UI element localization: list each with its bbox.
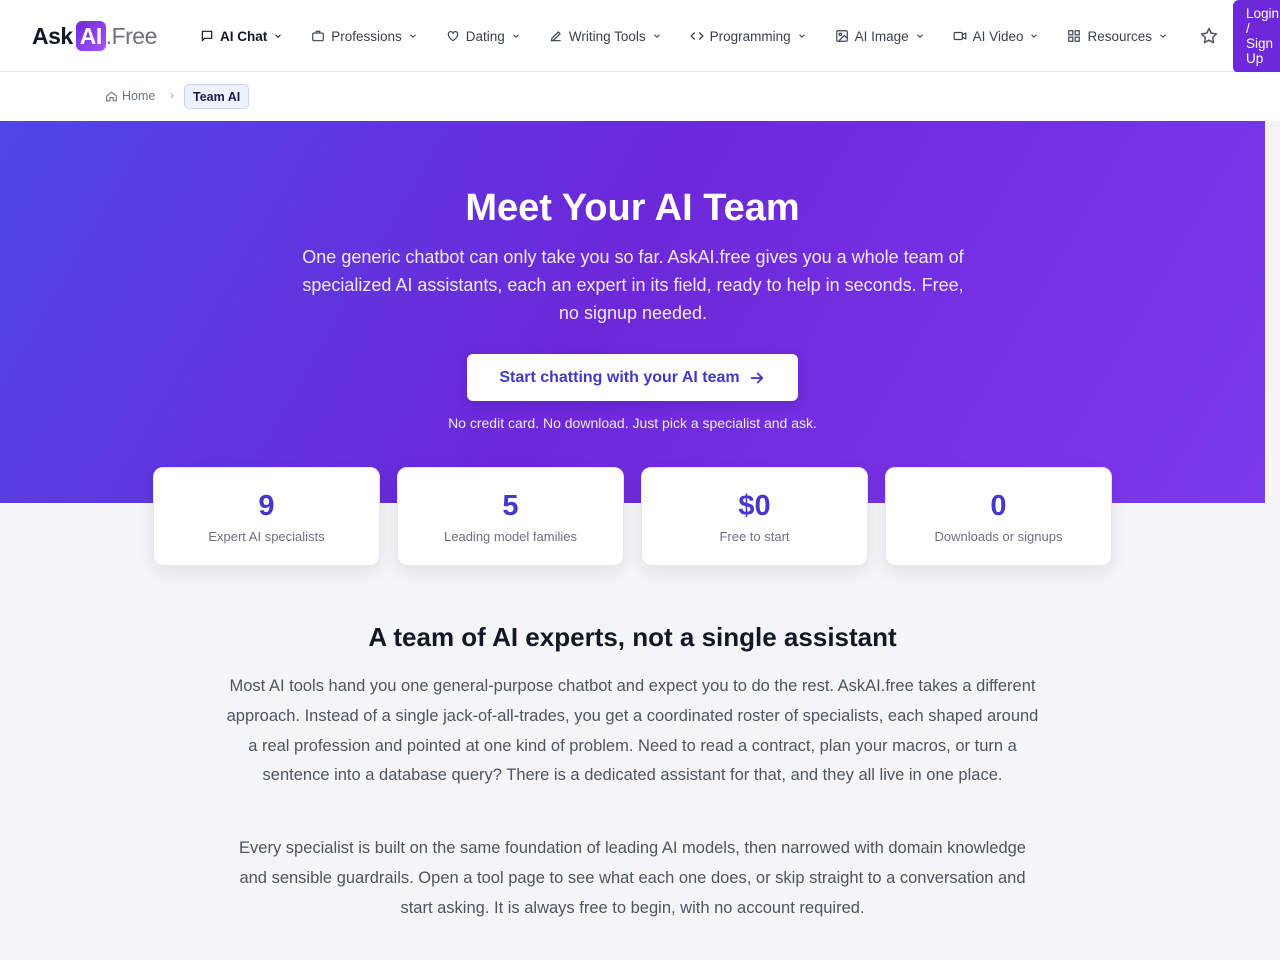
stat-card: 0 Downloads or signups <box>885 467 1112 566</box>
nav-label: AI Video <box>972 28 1024 44</box>
arrow-right-icon <box>750 372 763 383</box>
nav-label: Programming <box>709 28 791 44</box>
pencil-icon <box>549 29 563 43</box>
nav-resources[interactable]: Resources <box>1067 29 1168 44</box>
code-icon <box>689 29 704 43</box>
section-paragraph: Most AI tools hand you one general-purpo… <box>226 677 1039 785</box>
breadcrumb-home-label: Home <box>122 89 156 103</box>
logo-ask-text: Ask <box>32 22 73 49</box>
nav-label: AI Chat <box>220 28 268 44</box>
top-navigation-bar: Ask AI .Free AI Chat Professions Dating Wr… <box>0 0 1280 73</box>
section-title: A team of AI experts, not a single assis… <box>368 622 897 652</box>
chevron-down-icon <box>797 31 807 41</box>
section-paragraph: Every specialist is built on the same fo… <box>239 839 1026 917</box>
hero-section: Meet Your AI Team One generic chatbot ca… <box>0 121 1265 503</box>
stat-label: Expert AI specialists <box>208 529 325 544</box>
home-icon <box>106 91 117 101</box>
stat-label: Downloads or signups <box>934 529 1063 544</box>
breadcrumb-current: Team AI <box>184 84 250 109</box>
stat-label: Free to start <box>719 529 790 544</box>
cta-label: Start chatting with your AI team <box>499 368 740 386</box>
hero-subtitle: One generic chatbot can only take you so… <box>302 247 964 323</box>
logo-free-text: .Free <box>105 22 158 49</box>
chat-bubble-icon <box>200 29 214 43</box>
star-icon[interactable] <box>1199 26 1219 46</box>
grid-icon <box>1067 29 1081 43</box>
chevron-down-icon <box>1029 31 1039 41</box>
breadcrumb-home[interactable]: Home <box>105 89 155 103</box>
stat-card: 9 Expert AI specialists <box>153 467 380 566</box>
stat-label: Leading model families <box>444 529 577 544</box>
nav-label: AI Image <box>854 28 909 44</box>
nav-professions[interactable]: Professions <box>311 29 418 44</box>
main-nav: AI Chat Professions Dating Writing Tools… <box>200 0 1196 72</box>
nav-writing-tools[interactable]: Writing Tools <box>549 29 662 44</box>
login-line: Login <box>1246 6 1280 21</box>
briefcase-icon <box>311 29 325 43</box>
login-signup-button[interactable]: Login / Sign Up <box>1233 0 1280 73</box>
stat-value: 5 <box>502 490 519 522</box>
breadcrumb-separator-icon: › <box>170 88 174 102</box>
stat-card: $0 Free to start <box>641 467 868 566</box>
start-chatting-button[interactable]: Start chatting with your AI team <box>467 354 798 401</box>
stat-value: 9 <box>258 490 275 522</box>
nav-label: Dating <box>465 28 505 44</box>
login-line: Sign <box>1246 36 1274 51</box>
hero-note: No credit card. No download. Just pick a… <box>448 415 817 431</box>
stat-value: 0 <box>990 490 1007 522</box>
nav-ai-video[interactable]: AI Video <box>953 29 1040 44</box>
nav-label: Writing Tools <box>568 28 646 44</box>
stat-card: 5 Leading model families <box>397 467 624 566</box>
login-line: / <box>1246 21 1250 36</box>
nav-label: Professions <box>331 28 402 44</box>
chevron-down-icon <box>652 31 662 41</box>
nav-label: Resources <box>1087 28 1152 44</box>
logo-ai-badge: AI <box>75 21 106 51</box>
chevron-down-icon <box>915 31 925 41</box>
login-line: Up <box>1246 51 1264 66</box>
nav-ai-chat[interactable]: AI Chat <box>200 29 283 44</box>
video-camera-icon <box>953 29 967 43</box>
chevron-down-icon <box>273 31 283 41</box>
nav-ai-image[interactable]: AI Image <box>835 29 925 44</box>
site-logo[interactable]: Ask AI .Free <box>32 21 157 51</box>
image-icon <box>835 29 849 43</box>
breadcrumb: Home › Team AI <box>0 72 1280 121</box>
nav-programming[interactable]: Programming <box>689 28 807 44</box>
chevron-down-icon <box>511 31 521 41</box>
nav-dating[interactable]: Dating <box>446 29 521 44</box>
chevron-down-icon <box>408 31 418 41</box>
chevron-down-icon <box>1158 31 1168 41</box>
stat-value: $0 <box>738 490 771 522</box>
hero-title: Meet Your AI Team <box>465 187 800 229</box>
heart-icon <box>446 29 460 43</box>
